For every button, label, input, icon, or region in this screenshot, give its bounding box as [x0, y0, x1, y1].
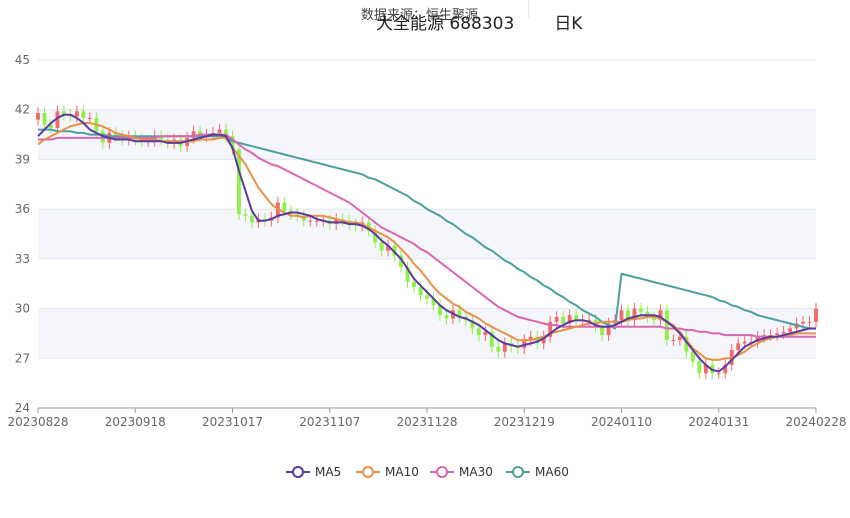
- x-tick-label: 20240131: [688, 415, 749, 429]
- legend-swatch-ma30: [430, 466, 454, 478]
- legend-label-ma30: MA30: [459, 465, 493, 479]
- candle-body: [736, 343, 741, 350]
- y-tick-label: 42: [15, 103, 30, 117]
- candle-body: [600, 326, 604, 336]
- candle-body: [664, 310, 669, 341]
- candle-body: [36, 113, 40, 120]
- candle-body: [476, 328, 481, 336]
- y-tick-label: 39: [15, 152, 30, 166]
- candle-body: [639, 308, 643, 312]
- legend-label-ma5: MA5: [315, 465, 342, 479]
- legend-swatch-ma60: [506, 466, 530, 478]
- candle-body: [42, 113, 47, 125]
- x-tick-label: 20231128: [396, 415, 457, 429]
- legend-item-ma10[interactable]: MA10: [356, 462, 419, 482]
- candle-body: [243, 214, 248, 216]
- candle-body: [425, 295, 429, 299]
- candle-body: [561, 316, 566, 324]
- candle-body: [496, 346, 501, 352]
- candle-body: [250, 215, 254, 223]
- candle-body: [282, 202, 287, 211]
- x-tick-label: 20240228: [785, 415, 846, 429]
- legend-swatch-ma5: [286, 466, 310, 478]
- candle-body: [217, 129, 222, 133]
- y-tick-label: 27: [15, 351, 30, 365]
- x-tick-label: 20240110: [591, 415, 652, 429]
- legend-item-ma30[interactable]: MA30: [430, 462, 493, 482]
- y-tick-label: 30: [15, 302, 30, 316]
- candle-body: [314, 220, 319, 222]
- candle-body: [716, 373, 721, 375]
- candle-body: [814, 308, 818, 322]
- candle-body: [801, 321, 805, 324]
- candle-body: [379, 242, 384, 251]
- candle-body: [81, 111, 86, 118]
- y-tick-label: 36: [15, 202, 30, 216]
- candle-body: [444, 315, 449, 319]
- legend-item-ma5[interactable]: MA5: [286, 462, 341, 482]
- candle-body: [697, 361, 702, 374]
- legend-label-ma10: MA10: [385, 465, 419, 479]
- candle-body: [671, 340, 676, 342]
- chart-legend: MA5 MA10 MA30 MA60: [0, 462, 850, 482]
- y-tick-label: 24: [15, 401, 30, 415]
- candlestick-chart: 24 27 30 33 36 39 42 45 20230828 20230918 20231017…: [7, 53, 846, 429]
- grid-band: [38, 308, 816, 359]
- candle-body: [418, 287, 423, 296]
- y-tick-label: 33: [15, 252, 30, 266]
- x-tick-label: 20230828: [7, 415, 68, 429]
- x-tick-label: 20231107: [299, 415, 360, 429]
- candle-body: [807, 321, 812, 323]
- candle-body: [308, 220, 313, 222]
- candle-body: [619, 310, 624, 321]
- x-tick-label: 20231017: [202, 415, 263, 429]
- candle-body: [788, 328, 792, 332]
- candle-body: [554, 316, 559, 322]
- candle-body: [87, 118, 92, 119]
- legend-item-ma60[interactable]: MA60: [506, 462, 569, 482]
- y-tick-label: 45: [15, 53, 30, 67]
- candle-body: [781, 331, 786, 334]
- candle-body: [677, 336, 682, 341]
- candle-body: [412, 282, 416, 288]
- legend-label-ma60: MA60: [535, 465, 569, 479]
- candle-body: [742, 341, 747, 344]
- legend-swatch-ma10: [356, 466, 380, 478]
- x-tick-label: 20230918: [105, 415, 166, 429]
- x-tick-label: 20231219: [494, 415, 555, 429]
- candle-body: [74, 111, 79, 117]
- candle-body: [775, 333, 780, 336]
